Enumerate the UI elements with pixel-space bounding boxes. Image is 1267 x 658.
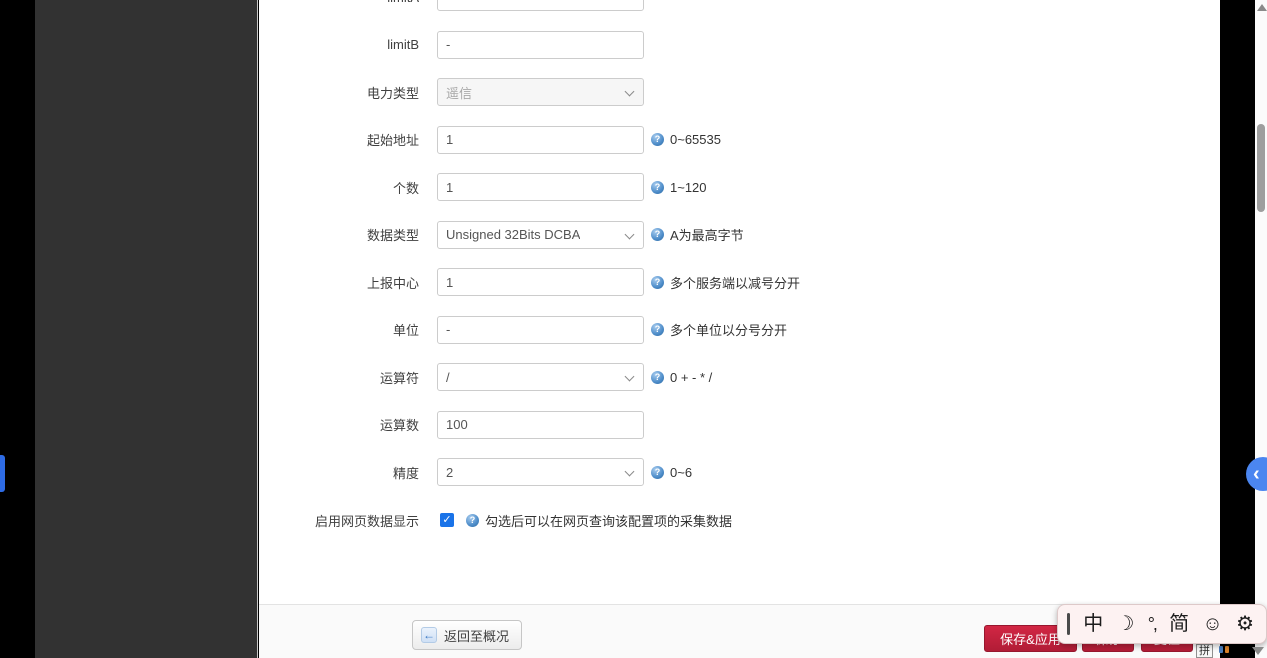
ime-pinyin-badge[interactable]: 拼 bbox=[1196, 644, 1213, 658]
punctuation-mode-icon[interactable]: °, bbox=[1148, 615, 1156, 633]
ime-drag-handle[interactable] bbox=[1067, 613, 1070, 635]
precision-hint: 0~6 bbox=[670, 465, 692, 480]
left-panel-handle[interactable] bbox=[0, 455, 5, 492]
field-report-center: 上报中心 ? 多个服务端以减号分开 bbox=[259, 268, 1220, 296]
unit-input[interactable] bbox=[437, 316, 644, 344]
data-type-hint: A为最高字节 bbox=[670, 225, 744, 244]
back-to-overview-button[interactable]: ← 返回至概况 bbox=[412, 620, 522, 650]
half-full-moon-icon[interactable]: ☽ bbox=[1117, 614, 1135, 634]
operand-input[interactable] bbox=[437, 411, 644, 439]
limit-a-input[interactable] bbox=[437, 0, 644, 11]
data-type-value: Unsigned 32Bits DCBA bbox=[446, 227, 580, 242]
field-operand: 运算数 bbox=[259, 411, 1220, 439]
operator-select[interactable]: / bbox=[437, 363, 644, 391]
field-limit-b: limitB bbox=[259, 31, 1220, 59]
chevron-down-icon bbox=[625, 87, 635, 97]
limit-b-input[interactable] bbox=[437, 31, 644, 59]
report-center-label: 上报中心 bbox=[259, 273, 419, 292]
field-enable-web-display: 启用网页数据显示 ✓ ? 勾选后可以在网页查询该配置项的采集数据 bbox=[259, 512, 1220, 528]
chevron-down-icon bbox=[625, 467, 635, 477]
report-center-hint: 多个服务端以减号分开 bbox=[670, 273, 800, 292]
help-icon[interactable]: ? bbox=[651, 133, 664, 146]
field-limit-a: limitA bbox=[259, 0, 1220, 11]
enable-web-display-checkbox[interactable]: ✓ bbox=[440, 513, 454, 527]
precision-value: 2 bbox=[446, 465, 453, 480]
chinese-mode-icon[interactable]: 中 bbox=[1083, 614, 1103, 634]
emoji-icon[interactable]: ☺ bbox=[1202, 614, 1222, 634]
help-icon[interactable]: ? bbox=[651, 466, 664, 479]
limit-a-label: limitA bbox=[259, 0, 419, 5]
power-type-label: 电力类型 bbox=[259, 83, 419, 102]
field-data-type: 数据类型 Unsigned 32Bits DCBA ? A为最高字节 bbox=[259, 221, 1220, 249]
precision-select[interactable]: 2 bbox=[437, 458, 644, 486]
help-icon[interactable]: ? bbox=[651, 371, 664, 384]
enable-web-display-label: 启用网页数据显示 bbox=[259, 511, 419, 530]
operand-label: 运算数 bbox=[259, 415, 419, 434]
field-start-address: 起始地址 ? 0~65535 bbox=[259, 126, 1220, 154]
ime-toolbar[interactable]: 中 ☽ °, 简 ☺ ⚙ bbox=[1057, 604, 1267, 644]
help-icon[interactable]: ? bbox=[651, 276, 664, 289]
back-to-overview-label: 返回至概况 bbox=[444, 626, 509, 645]
chevron-down-icon bbox=[625, 372, 635, 382]
help-icon[interactable]: ? bbox=[466, 514, 479, 527]
ime-status-icon[interactable] bbox=[1218, 646, 1230, 657]
start-address-label: 起始地址 bbox=[259, 130, 419, 149]
data-type-select[interactable]: Unsigned 32Bits DCBA bbox=[437, 221, 644, 249]
operator-label: 运算符 bbox=[259, 368, 419, 387]
chevron-left-icon: ‹ bbox=[1253, 463, 1260, 486]
start-address-input[interactable] bbox=[437, 126, 644, 154]
power-type-select[interactable]: 遥信 bbox=[437, 78, 644, 106]
count-input[interactable] bbox=[437, 173, 644, 201]
chevron-down-icon bbox=[625, 229, 635, 239]
simplified-chinese-icon[interactable]: 简 bbox=[1169, 614, 1189, 634]
settings-gear-icon[interactable]: ⚙ bbox=[1236, 614, 1254, 634]
scrollbar-up-arrow-icon[interactable] bbox=[1257, 4, 1267, 11]
operator-hint: 0 + - * / bbox=[670, 370, 712, 385]
field-unit: 单位 ? 多个单位以分号分开 bbox=[259, 316, 1220, 344]
field-power-type: 电力类型 遥信 bbox=[259, 78, 1220, 106]
field-precision: 精度 2 ? 0~6 bbox=[259, 458, 1220, 486]
scrollbar-track[interactable] bbox=[1255, 0, 1267, 658]
back-arrow-icon: ← bbox=[421, 627, 437, 643]
help-icon[interactable]: ? bbox=[651, 323, 664, 336]
operator-value: / bbox=[446, 370, 450, 385]
field-count: 个数 ? 1~120 bbox=[259, 173, 1220, 201]
limit-b-label: limitB bbox=[259, 37, 419, 52]
start-address-hint: 0~65535 bbox=[670, 132, 721, 147]
power-type-value: 遥信 bbox=[446, 83, 472, 102]
count-label: 个数 bbox=[259, 178, 419, 197]
config-form-panel: limitA limitB 电力类型 遥信 起始地址 ? 0~65535 个数 … bbox=[259, 0, 1220, 658]
count-hint: 1~120 bbox=[670, 180, 707, 195]
help-icon[interactable]: ? bbox=[651, 228, 664, 241]
sidebar-nav bbox=[35, 0, 258, 658]
help-icon[interactable]: ? bbox=[651, 181, 664, 194]
config-form: limitA limitB 电力类型 遥信 起始地址 ? 0~65535 个数 … bbox=[259, 0, 1220, 528]
right-black-strip bbox=[1220, 0, 1255, 658]
precision-label: 精度 bbox=[259, 463, 419, 482]
unit-label: 单位 bbox=[259, 320, 419, 339]
unit-hint: 多个单位以分号分开 bbox=[670, 320, 787, 339]
checkmark-icon: ✓ bbox=[442, 514, 451, 526]
enable-web-display-hint: 勾选后可以在网页查询该配置项的采集数据 bbox=[485, 511, 732, 530]
report-center-input[interactable] bbox=[437, 268, 644, 296]
scrollbar-down-arrow-icon[interactable] bbox=[1252, 647, 1264, 655]
scrollbar-thumb[interactable] bbox=[1257, 124, 1265, 212]
field-operator: 运算符 / ? 0 + - * / bbox=[259, 363, 1220, 391]
data-type-label: 数据类型 bbox=[259, 225, 419, 244]
